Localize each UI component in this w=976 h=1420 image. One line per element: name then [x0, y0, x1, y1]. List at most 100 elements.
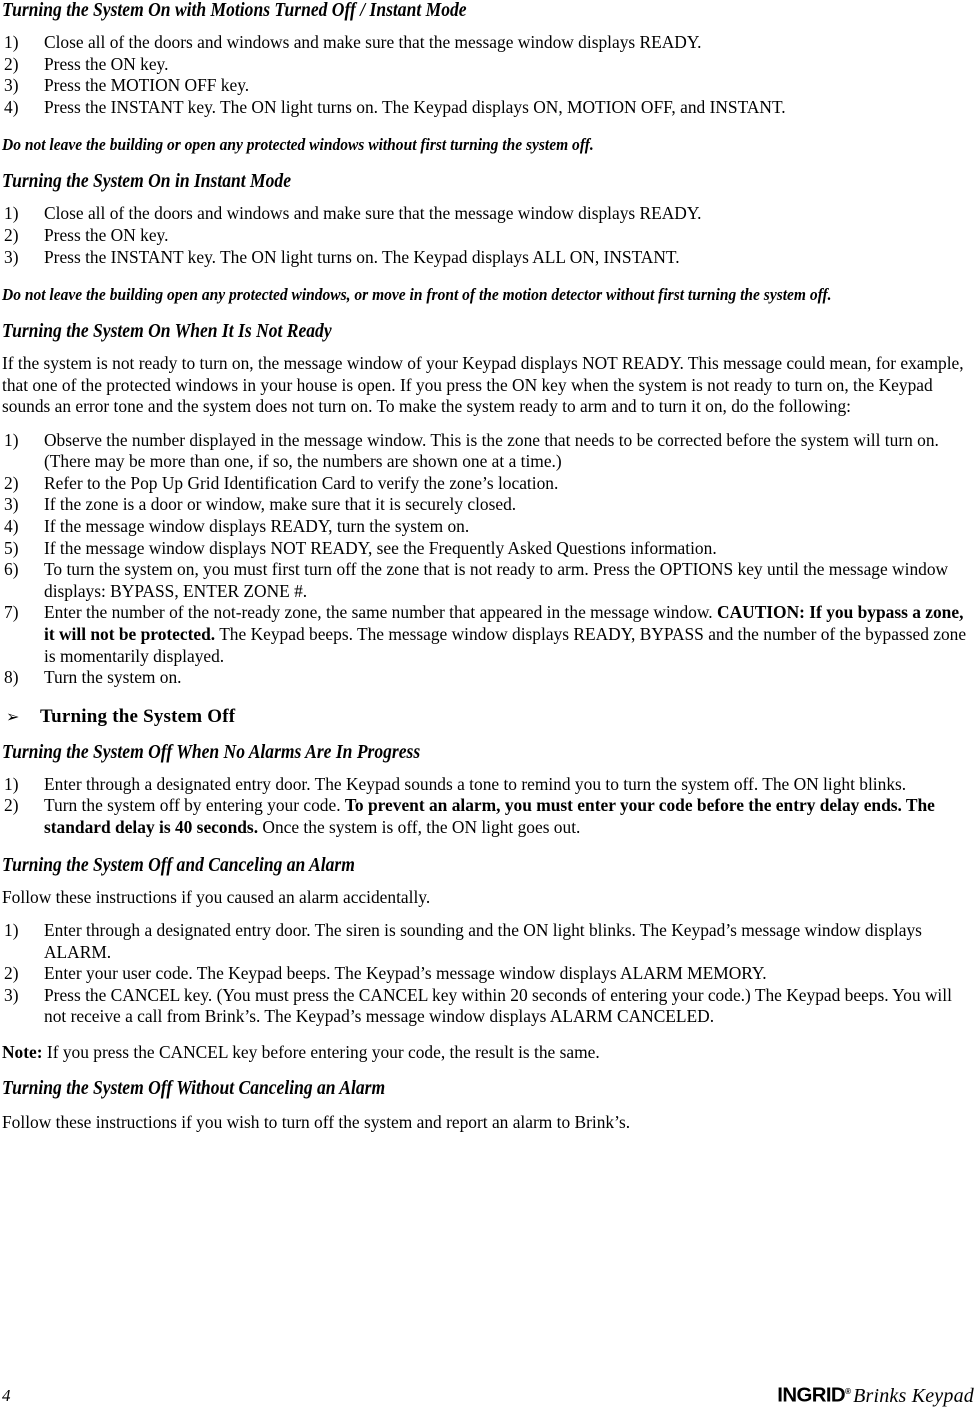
list-item: 1) Enter through a designated entry door.… [2, 920, 974, 963]
list-item: 2) Enter your user code. The Keypad beeps… [2, 963, 974, 985]
list-item: 1) Enter through a designated entry door.… [2, 774, 974, 796]
list-item: 7) Enter the number of the not-ready zone… [2, 602, 974, 667]
steps-list-not-ready: 1) Observe the number displayed in the me… [2, 430, 974, 689]
page-footer: 4 INGRID® Brinks Keypad [0, 1376, 976, 1406]
list-item: 5) If the message window displays NOT REA… [2, 538, 974, 560]
list-text: Press the INSTANT key. The ON light turn… [44, 96, 786, 117]
list-text: If the message window displays NOT READY… [44, 537, 717, 558]
intro-paragraph-without-canceling: Follow these instructions if you wish to… [2, 1111, 631, 1132]
list-text: Observe the number displayed in the mess… [44, 429, 939, 472]
list-text: Press the ON key. [44, 224, 169, 245]
list-marker: 4) [4, 96, 19, 117]
list-text: Close all of the doors and windows and m… [44, 203, 702, 224]
list-text: Enter through a designated entry door. T… [44, 773, 907, 794]
arrow-bullet-icon: ➢ [6, 708, 20, 726]
steps-list-motions-off-instant: 1) Close all of the doors and windows and… [2, 32, 974, 118]
list-item: 1) Observe the number displayed in the me… [2, 430, 974, 473]
list-item: 6) To turn the system on, you must first … [2, 559, 974, 602]
warning-text-motions-off-instant: Do not leave the building or open any pr… [2, 135, 594, 155]
trademark-icon: ® [844, 1387, 851, 1397]
list-marker: 3) [4, 75, 19, 96]
list-text: Press the INSTANT key. The ON light turn… [44, 246, 680, 267]
intro-paragraph-not-ready: If the system is not ready to turn on, t… [2, 353, 964, 417]
list-item: 2) Press the ON key. [2, 54, 974, 76]
list-marker: 2) [4, 472, 19, 493]
steps-list-instant-mode: 1) Close all of the doors and windows and… [2, 203, 974, 268]
list-marker: 1) [4, 429, 19, 450]
list-item: 2) Press the ON key. [2, 225, 974, 247]
list-text-part: Enter the number of the not-ready zone, … [44, 602, 718, 623]
steps-list-canceling-alarm: 1) Enter through a designated entry door.… [2, 920, 974, 1028]
list-text: Press the MOTION OFF key. [44, 75, 250, 96]
footer-product-name: Brinks Keypad [853, 1385, 974, 1407]
list-text: Refer to the Pop Up Grid Identification … [44, 472, 559, 493]
list-item: 1) Close all of the doors and windows and… [2, 32, 974, 54]
footer-brand-group: INGRID® Brinks Keypad [777, 1382, 974, 1407]
intro-paragraph-canceling-alarm: Follow these instructions if you caused … [2, 886, 431, 907]
list-text-part: Turn the system off by entering your cod… [44, 795, 345, 816]
list-item: 3) If the zone is a door or window, make … [2, 494, 974, 516]
list-marker: 7) [4, 602, 19, 623]
section-heading-canceling-alarm: Turning the System Off and Canceling an … [2, 854, 355, 876]
list-marker: 1) [4, 773, 19, 794]
warning-text-instant-mode: Do not leave the building open any prote… [2, 285, 832, 305]
major-heading-turning-off: ➢ Turning the System Off [2, 706, 974, 729]
note-text: If you press the CANCEL key before enter… [42, 1042, 600, 1063]
list-marker: 3) [4, 494, 19, 515]
list-text: Press the ON key. [44, 53, 169, 74]
section-heading-not-ready: Turning the System On When It Is Not Rea… [2, 321, 332, 343]
ingrid-logo: INGRID® [777, 1382, 851, 1406]
list-marker: 5) [4, 537, 19, 558]
list-text: If the zone is a door or window, make su… [44, 494, 517, 515]
list-text: Close all of the doors and windows and m… [44, 32, 702, 52]
note-label: Note: [2, 1042, 43, 1063]
document-page: Turning the System On with Motions Turne… [0, 0, 976, 1420]
section-heading-motions-off-instant: Turning the System On with Motions Turne… [2, 0, 467, 21]
list-item: 4) If the message window displays READY, … [2, 516, 974, 538]
section-heading-without-canceling: Turning the System Off Without Canceling… [2, 1077, 386, 1099]
list-item: 2) Turn the system off by entering your c… [2, 795, 974, 838]
section-heading-no-alarms: Turning the System Off When No Alarms Ar… [2, 741, 421, 763]
list-marker: 2) [4, 963, 19, 984]
list-marker: 2) [4, 53, 19, 74]
list-item: 3) Press the INSTANT key. The ON light tu… [2, 247, 974, 269]
section-heading-instant-mode: Turning the System On in Instant Mode [2, 171, 292, 193]
list-marker: 2) [4, 224, 19, 245]
list-marker: 3) [4, 246, 19, 267]
list-item: 1) Close all of the doors and windows and… [2, 203, 974, 225]
major-heading-label: Turning the System Off [40, 705, 236, 727]
list-text: Enter through a designated entry door. T… [44, 920, 922, 962]
list-text: Turn the system on. [44, 667, 182, 688]
list-marker: 1) [4, 32, 19, 52]
list-marker: 8) [4, 667, 19, 688]
page-number: 4 [2, 1386, 11, 1405]
list-item: 4) Press the INSTANT key. The ON light tu… [2, 97, 974, 119]
list-text: To turn the system on, you must first tu… [44, 559, 949, 601]
list-marker: 6) [4, 559, 19, 580]
steps-list-no-alarms: 1) Enter through a designated entry door.… [2, 774, 974, 839]
list-text: Enter your user code. The Keypad beeps. … [44, 963, 767, 984]
list-marker: 4) [4, 516, 19, 537]
ingrid-wordmark: INGRID [777, 1385, 845, 1407]
list-marker: 2) [4, 795, 19, 816]
list-text: Press the CANCEL key. (You must press th… [44, 984, 952, 1027]
list-item: 2) Refer to the Pop Up Grid Identificatio… [2, 473, 974, 495]
list-text: If the message window displays READY, tu… [44, 516, 470, 537]
list-item: 8) Turn the system on. [2, 667, 974, 689]
note-paragraph: Note: If you press the CANCEL key before… [2, 1042, 974, 1064]
list-marker: 1) [4, 203, 19, 224]
